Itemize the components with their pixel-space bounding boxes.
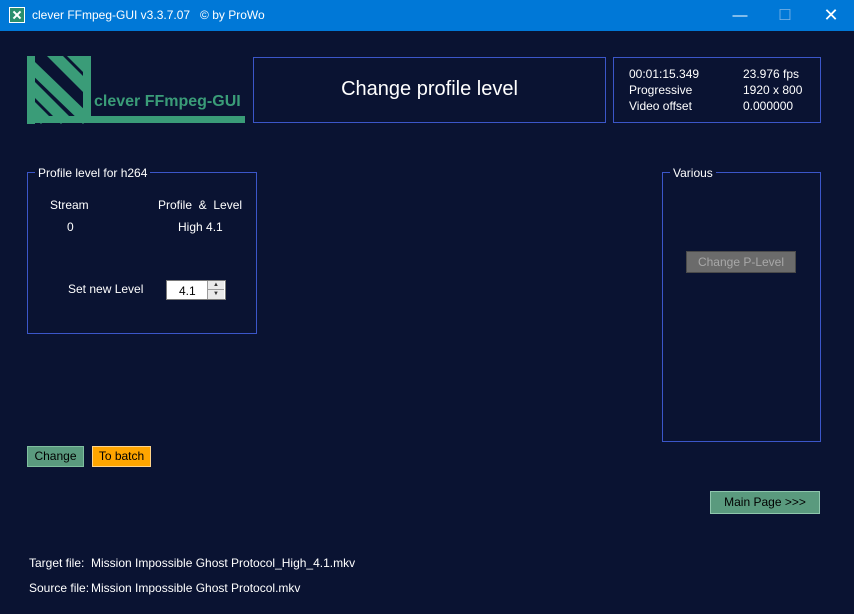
video-offset-label: Video offset [629,99,692,113]
window-title: clever FFmpeg-GUI v3.3.7.07 © by ProWo [32,8,265,22]
various-group: Various [662,166,821,442]
logo-text: clever FFmpeg-GUI [94,93,241,110]
page-header: Change profile level [253,57,606,123]
video-offset-value: 0.000000 [743,99,794,113]
media-info-panel: 00:01:15.349 23.976 fps Progressive 1920… [613,57,821,123]
target-file-label: Target file: [29,556,85,570]
minimize-button[interactable]: — [717,0,763,31]
spinner-down-icon[interactable]: ▼ [207,290,224,299]
close-button[interactable]: ✕ [808,0,854,31]
title-bar: clever FFmpeg-GUI v3.3.7.07 © by ProWo —… [0,0,854,31]
profile-level-header: Profile & Level [158,198,243,212]
stream-header: Stream [50,198,89,212]
ffmpeg-logo-icon [27,56,245,124]
maximize-button[interactable]: ☐ [762,0,808,31]
level-spinner-value[interactable]: 4.1 [179,284,196,298]
scan-type-value: Progressive [629,83,693,97]
various-group-legend: Various [670,166,716,180]
resolution-value: 1920 x 800 [743,83,803,97]
stream-value: 0 [67,220,74,234]
change-p-level-button[interactable]: Change P-Level [686,251,796,273]
source-file-label: Source file: [29,581,90,595]
spinner-up-icon[interactable]: ▲ [207,281,224,290]
source-file-value: Mission Impossible Ghost Protocol.mkv [91,581,301,595]
page-title: Change profile level [341,78,518,100]
target-file-value: Mission Impossible Ghost Protocol_High_4… [91,556,356,570]
profile-level-value: High 4.1 [178,220,223,234]
duration-value: 00:01:15.349 [629,67,700,81]
to-batch-button[interactable]: To batch [92,446,151,467]
main-page-button[interactable]: Main Page >>> [710,491,820,514]
profile-level-group: Profile level for h264 [27,166,257,334]
set-level-label: Set new Level [68,282,144,296]
profile-level-group-legend: Profile level for h264 [35,166,151,180]
change-button[interactable]: Change [27,446,84,467]
fps-value: 23.976 fps [743,67,800,81]
app-icon [9,7,25,23]
level-spinner[interactable]: 4.1 ▲ ▼ [166,280,226,300]
